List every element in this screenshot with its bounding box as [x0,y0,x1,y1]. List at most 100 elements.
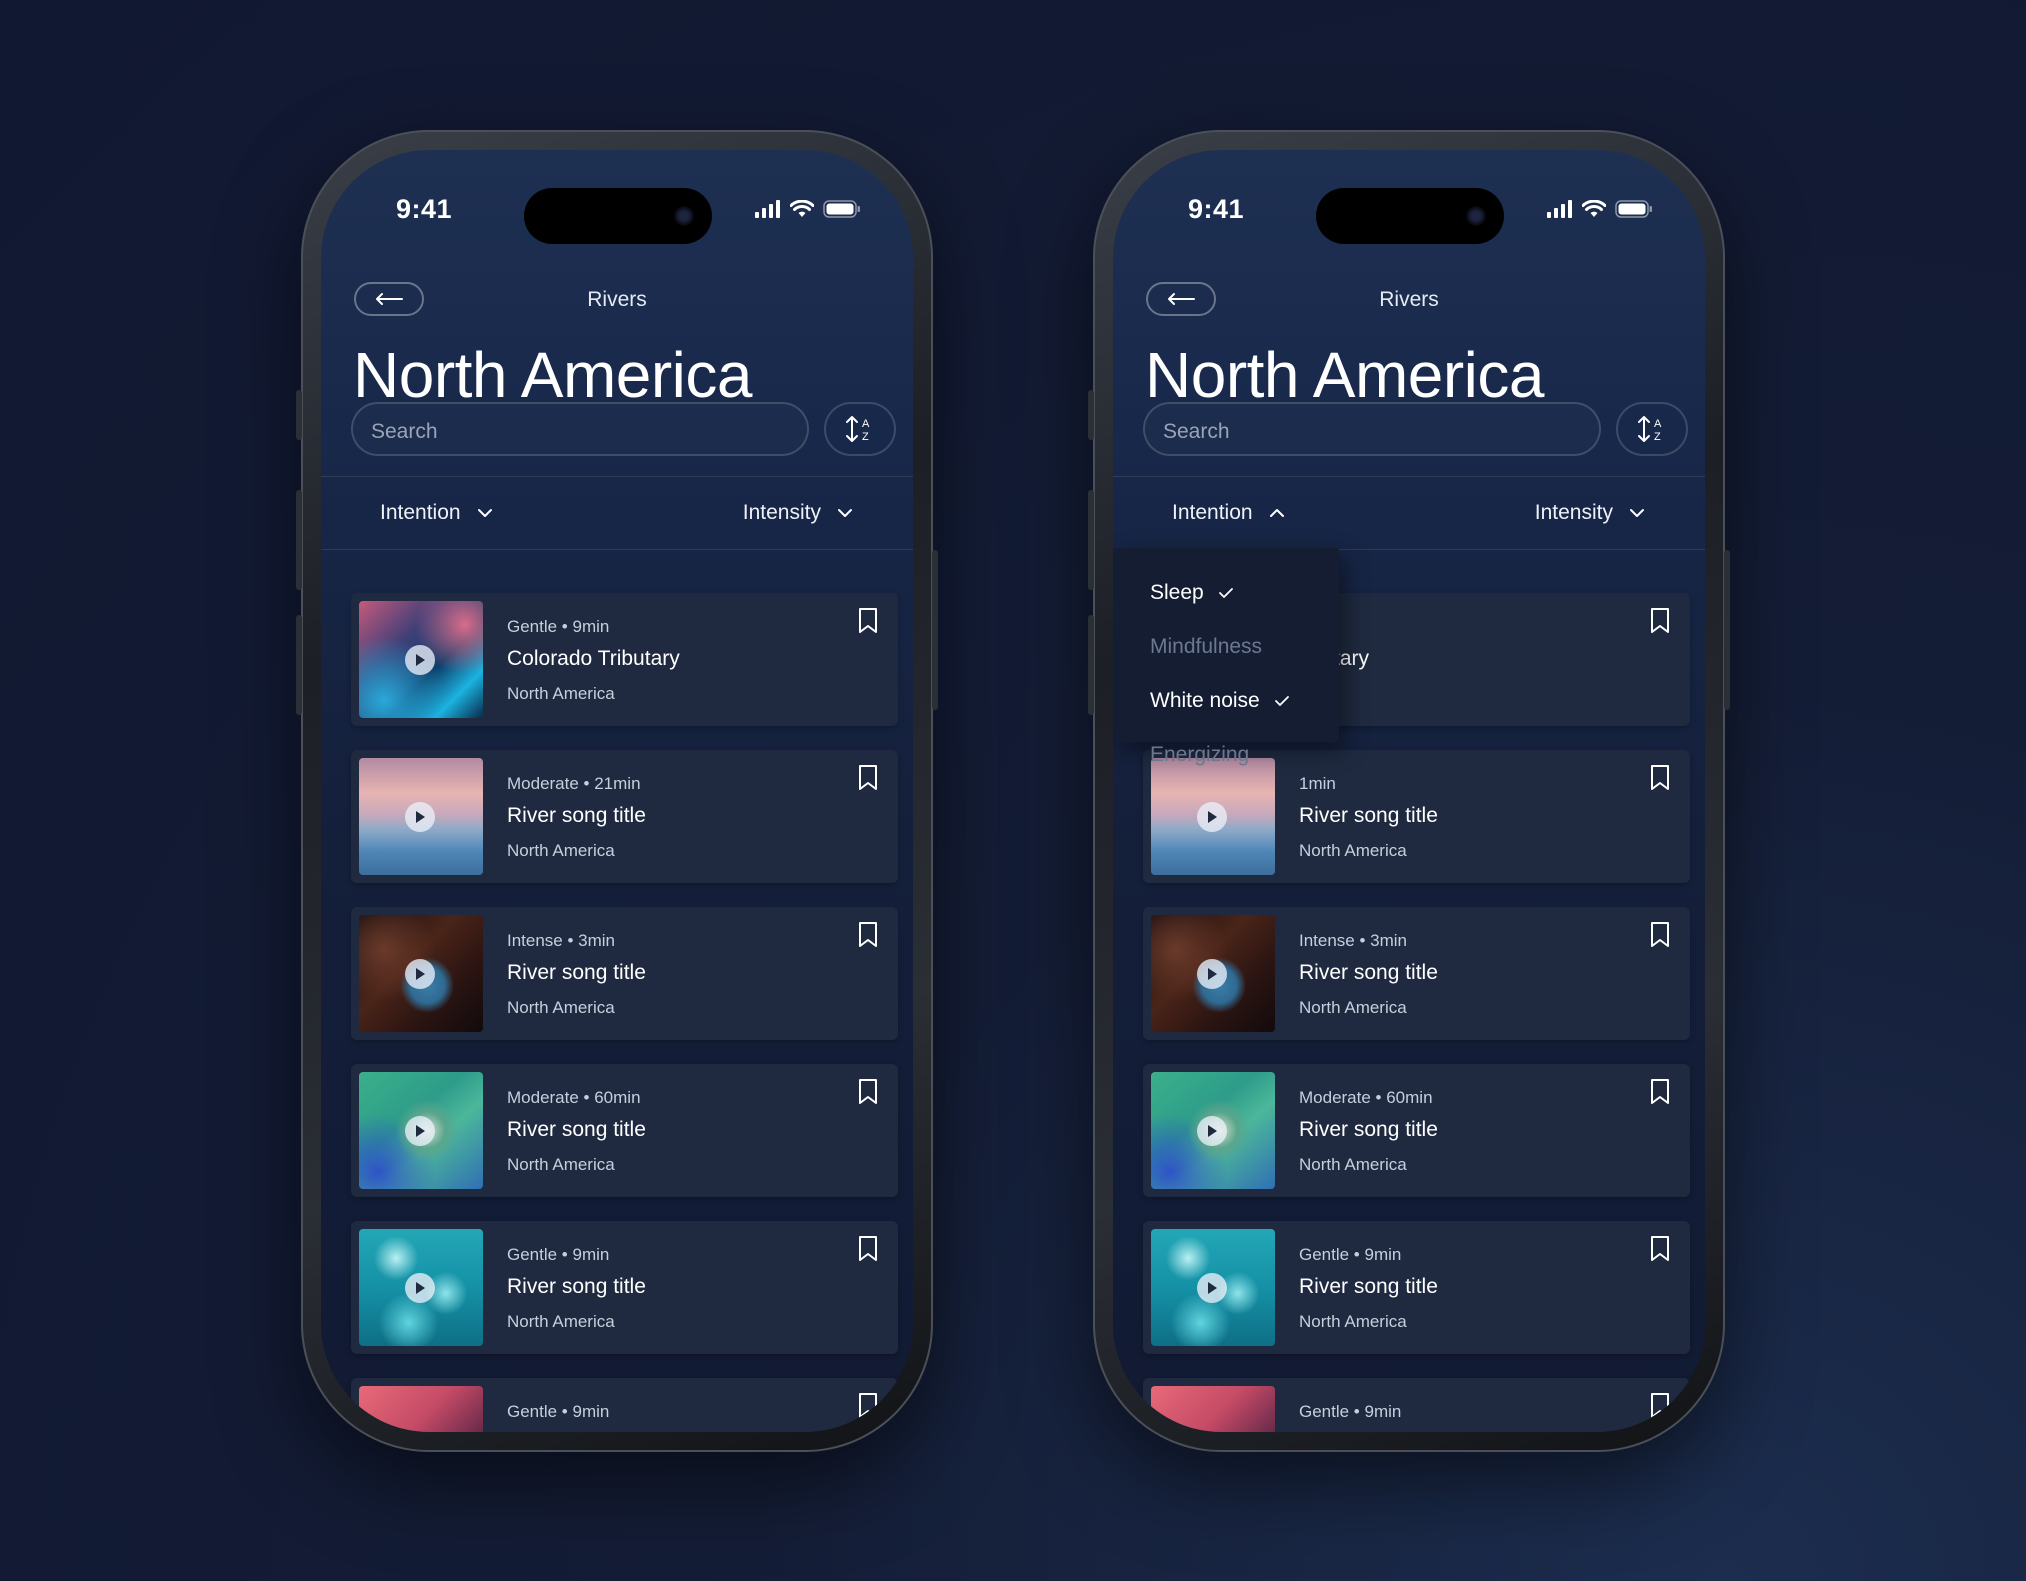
track-card[interactable]: Gentle • 9min River song title North Ame… [1143,1221,1690,1354]
bookmark-icon[interactable] [1648,607,1672,635]
track-meta: Moderate • 21min [507,774,641,793]
track-card[interactable]: Gentle • 9min [351,1378,898,1432]
track-region: North America [1299,998,1407,1017]
track-card[interactable]: 1min River song title North America [1143,750,1690,883]
wifi-icon [790,200,814,217]
signal-icon [755,200,780,218]
track-title: River song title [1299,1275,1438,1298]
intensity-filter[interactable]: Intensity [1535,501,1645,525]
battery-icon [823,200,860,218]
silent-switch [1088,390,1094,440]
track-card[interactable]: Gentle • 9min River song title North Ame… [351,1221,898,1354]
dropdown-option-mindfulness[interactable]: Mindfulness [1150,635,1262,659]
play-button[interactable] [1197,1116,1227,1146]
track-card[interactable]: Moderate • 60min River song title North … [1143,1064,1690,1197]
play-button[interactable] [405,802,435,832]
play-icon [416,968,425,980]
dropdown-option-sleep[interactable]: Sleep [1150,581,1234,605]
screen: 9:41 Rivers North America Search AZ Inte… [1113,150,1705,1432]
search-input[interactable]: Search [1143,402,1601,456]
track-title: River song title [1299,804,1438,827]
chevron-down-icon [1630,509,1644,517]
track-meta: 1min [1299,774,1336,793]
track-meta: Intense • 3min [1299,931,1408,950]
dropdown-option-energizing[interactable]: Energizing [1150,743,1249,767]
play-button[interactable] [405,959,435,989]
screen: 9:41 Rivers North America Search AZ Inte… [321,150,913,1432]
check-icon [1218,588,1233,598]
bookmark-icon[interactable] [856,921,880,949]
track-title: River song title [1299,961,1438,984]
intention-dropdown: Sleep Mindfulness White noise Energizing [1113,548,1339,766]
track-card[interactable]: Intense • 3min River song title North Am… [1143,907,1690,1040]
track-meta: Gentle • 9min [507,1402,610,1421]
track-card[interactable]: Gentle • 9min [1143,1378,1690,1432]
search-input[interactable]: Search [351,402,809,456]
bookmark-icon[interactable] [1648,921,1672,949]
play-icon [1208,968,1217,980]
track-card[interactable]: Intense • 3min River song title North Am… [351,907,898,1040]
intention-filter[interactable]: Intention [380,501,493,525]
play-button[interactable] [1197,1273,1227,1303]
dynamic-island [1316,188,1504,244]
track-title: River song title [507,1275,646,1298]
dropdown-option-white-noise[interactable]: White noise [1150,689,1290,713]
sort-button[interactable]: AZ [1616,402,1688,456]
play-icon [416,1282,425,1294]
chevron-down-icon [477,509,492,517]
track-card[interactable]: Moderate • 21min River song title North … [351,750,898,883]
svg-text:Z: Z [862,431,869,443]
bookmark-icon[interactable] [856,1235,880,1263]
track-region: North America [507,684,615,703]
chevron-up-icon [1269,509,1284,517]
svg-text:A: A [862,418,870,430]
play-icon [1208,1125,1217,1137]
wifi-icon [1582,200,1606,217]
play-icon [1208,1282,1217,1294]
play-icon [416,811,425,823]
intention-filter[interactable]: Intention [1172,501,1285,525]
status-icons [1547,198,1653,220]
bookmark-icon[interactable] [856,764,880,792]
bookmark-icon[interactable] [856,1078,880,1106]
bookmark-icon[interactable] [1648,1235,1672,1263]
track-thumbnail [359,1229,483,1346]
check-icon [1274,696,1289,706]
intensity-filter-label: Intensity [742,501,821,524]
bookmark-icon[interactable] [1648,1392,1672,1420]
intensity-filter[interactable]: Intensity [743,501,853,525]
bookmark-icon[interactable] [856,1392,880,1420]
track-region: North America [1299,1312,1407,1331]
play-button[interactable] [405,1116,435,1146]
play-button[interactable] [1197,802,1227,832]
track-region: North America [507,1155,615,1174]
volume-down-button [1088,615,1094,715]
track-title: River song title [507,804,646,827]
track-region: North America [1299,1155,1407,1174]
track-thumbnail [359,758,483,875]
track-title: River song title [507,961,646,984]
power-button [1724,550,1730,710]
option-label: White noise [1150,689,1260,712]
sort-button[interactable]: AZ [824,402,896,456]
track-thumbnail [359,915,483,1032]
play-button[interactable] [1197,959,1227,989]
track-card[interactable]: Gentle • 9min Colorado Tributary North A… [351,593,898,726]
volume-down-button [296,615,302,715]
track-card[interactable]: Moderate • 60min River song title North … [351,1064,898,1197]
phone-left: 9:41 Rivers North America Search AZ Inte… [296,130,938,1452]
bookmark-icon[interactable] [856,607,880,635]
play-button[interactable] [405,1273,435,1303]
track-region: North America [1299,841,1407,860]
phone-right: 9:41 Rivers North America Search AZ Inte… [1088,130,1730,1452]
play-icon [1208,811,1217,823]
track-region: North America [507,1312,615,1331]
track-thumbnail [1151,915,1275,1032]
bookmark-icon[interactable] [1648,1078,1672,1106]
volume-up-button [1088,490,1094,590]
bookmark-icon[interactable] [1648,764,1672,792]
nav-bar: Rivers [1113,282,1705,322]
play-button[interactable] [405,645,435,675]
status-bar: 9:41 [321,150,913,244]
intensity-filter-label: Intensity [1534,501,1613,524]
